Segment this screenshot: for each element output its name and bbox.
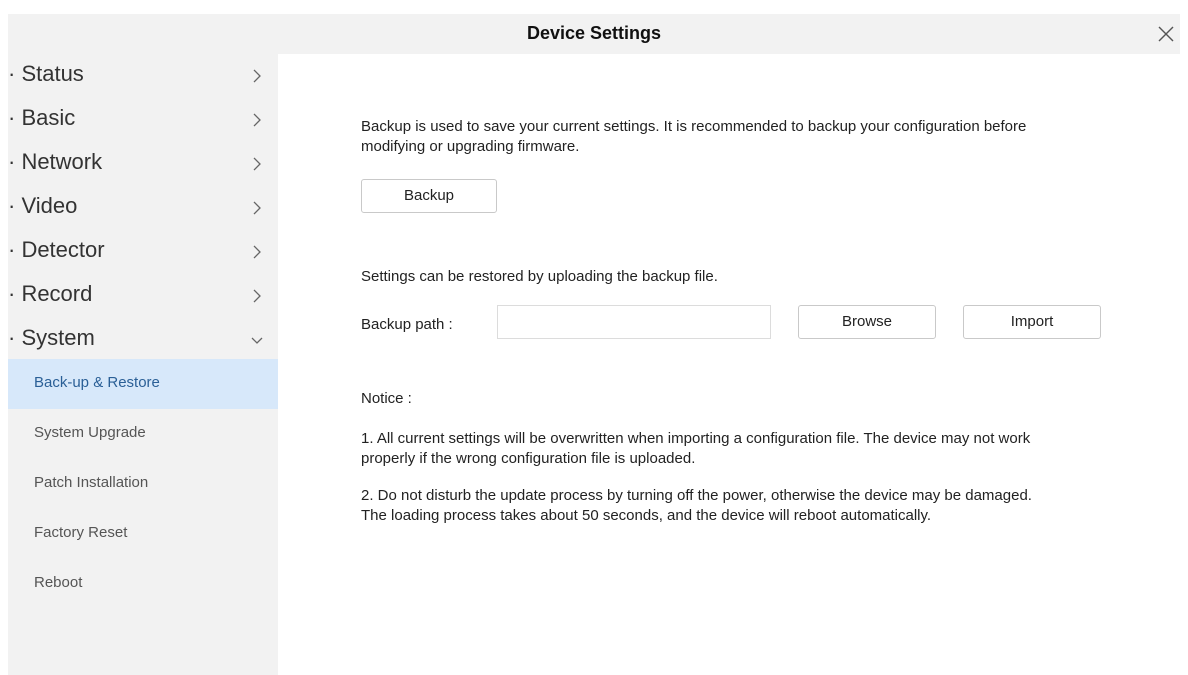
notice-2-line2: The loading process takes about 50 secon…	[361, 507, 932, 524]
notice-1-line2: properly if the wrong configuration file…	[361, 450, 696, 467]
sidebar-item-video[interactable]: · Video	[8, 186, 278, 230]
sidebar-item-record[interactable]: · Record	[8, 274, 278, 318]
sidebar-subitem-label: System Upgrade	[34, 424, 146, 441]
header-bar: Device Settings	[8, 14, 1180, 54]
sidebar-subitem-backup-restore[interactable]: Back-up & Restore	[8, 359, 278, 409]
notice-2-line1: 2. Do not disturb the update process by …	[361, 487, 1032, 504]
backup-button[interactable]: Backup	[361, 179, 497, 213]
chevron-right-icon	[253, 113, 261, 127]
sidebar-item-label: · System	[8, 325, 95, 350]
sidebar-subitem-factory-reset[interactable]: Factory Reset	[8, 509, 278, 559]
backup-description-line2: modifying or upgrading firmware.	[361, 138, 580, 155]
chevron-right-icon	[253, 289, 261, 303]
sidebar-item-basic[interactable]: · Basic	[8, 98, 278, 142]
sidebar-item-label: · Video	[8, 193, 78, 218]
sidebar-subitem-system-upgrade[interactable]: System Upgrade	[8, 409, 278, 459]
sidebar-item-detector[interactable]: · Detector	[8, 230, 278, 274]
main-content: Backup is used to save your current sett…	[278, 54, 1180, 675]
sidebar-item-label: · Detector	[8, 237, 105, 262]
chevron-right-icon	[253, 69, 261, 83]
sidebar-subitem-reboot[interactable]: Reboot	[8, 559, 278, 609]
sidebar-subitem-label: Reboot	[34, 574, 83, 591]
chevron-right-icon	[253, 157, 261, 171]
sidebar-item-status[interactable]: · Status	[8, 54, 278, 98]
sidebar-subitem-patch-installation[interactable]: Patch Installation	[8, 459, 278, 509]
sidebar-item-network[interactable]: · Network	[8, 142, 278, 186]
sidebar-subitem-label: Patch Installation	[34, 474, 149, 491]
sidebar: · Status · Basic · Network · Video · Det…	[8, 54, 278, 675]
sidebar-subitem-label: Factory Reset	[34, 524, 128, 541]
device-settings-window: Device Settings · Status · Basic · Netwo…	[0, 0, 1188, 675]
browse-button[interactable]: Browse	[798, 305, 936, 339]
backup-path-input[interactable]	[497, 305, 771, 339]
sidebar-subitem-label: Back-up & Restore	[34, 374, 160, 391]
sidebar-item-label: · Status	[8, 61, 84, 86]
close-button[interactable]	[1152, 20, 1180, 48]
chevron-right-icon	[253, 201, 261, 215]
restore-description: Settings can be restored by uploading th…	[361, 268, 718, 285]
backup-path-label: Backup path :	[361, 316, 453, 333]
notice-1-line1: 1. All current settings will be overwrit…	[361, 430, 1031, 447]
notice-title: Notice :	[361, 390, 412, 407]
sidebar-item-label: · Record	[8, 281, 93, 306]
close-icon	[1158, 26, 1174, 42]
sidebar-item-label: · Network	[8, 149, 103, 174]
window-title: Device Settings	[526, 23, 662, 43]
chevron-down-icon	[251, 337, 263, 344]
import-button[interactable]: Import	[963, 305, 1101, 339]
chevron-right-icon	[253, 245, 261, 259]
sidebar-item-label: · Basic	[8, 105, 76, 130]
backup-description-line1: Backup is used to save your current sett…	[361, 118, 1027, 135]
sidebar-item-system[interactable]: · System	[8, 318, 278, 362]
